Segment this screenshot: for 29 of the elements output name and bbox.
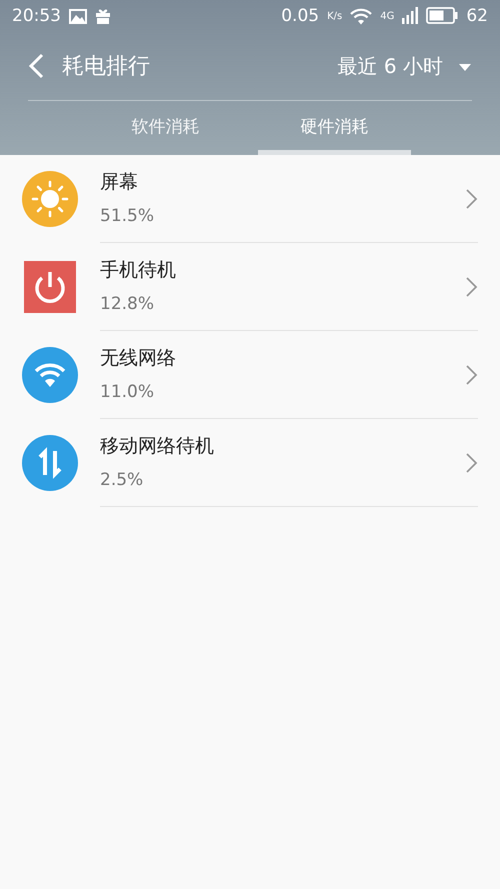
back-icon[interactable] — [28, 53, 44, 80]
chevron-icon — [466, 189, 478, 210]
item-percent: 2.5% — [100, 469, 144, 492]
chevron-icon — [466, 453, 478, 474]
network-type: 4G — [380, 10, 394, 24]
battery-percent: 62 — [466, 4, 488, 28]
item-name: 移动网络待机 — [100, 434, 215, 458]
list-item[interactable]: 手机待机 12.8% — [0, 243, 500, 331]
page-title: 耗电排行 — [62, 52, 150, 81]
item-name: 无线网络 — [100, 346, 177, 370]
list-item[interactable]: 移动网络待机 2.5% — [0, 419, 500, 507]
list-item[interactable]: 无线网络 11.0% — [0, 331, 500, 419]
caret-icon — [459, 64, 471, 72]
item-percent: 51.5% — [100, 205, 156, 228]
item-name: 手机待机 — [100, 258, 177, 282]
gift-icon — [95, 8, 111, 24]
wifi-icon — [350, 8, 372, 25]
speed-unit: K/s — [327, 10, 342, 24]
signal-icon — [402, 7, 418, 24]
battery-icon — [426, 7, 458, 24]
list-item[interactable]: 屏幕 51.5% — [0, 155, 500, 243]
item-percent: 11.0% — [100, 381, 156, 404]
network-speed: 0.05 — [281, 4, 320, 28]
item-percent: 12.8% — [100, 293, 156, 316]
item-name: 屏幕 — [100, 170, 139, 194]
chevron-icon — [466, 277, 478, 298]
chevron-icon — [466, 365, 478, 386]
status-time: 20:53 — [12, 4, 61, 28]
image-icon — [69, 8, 87, 24]
